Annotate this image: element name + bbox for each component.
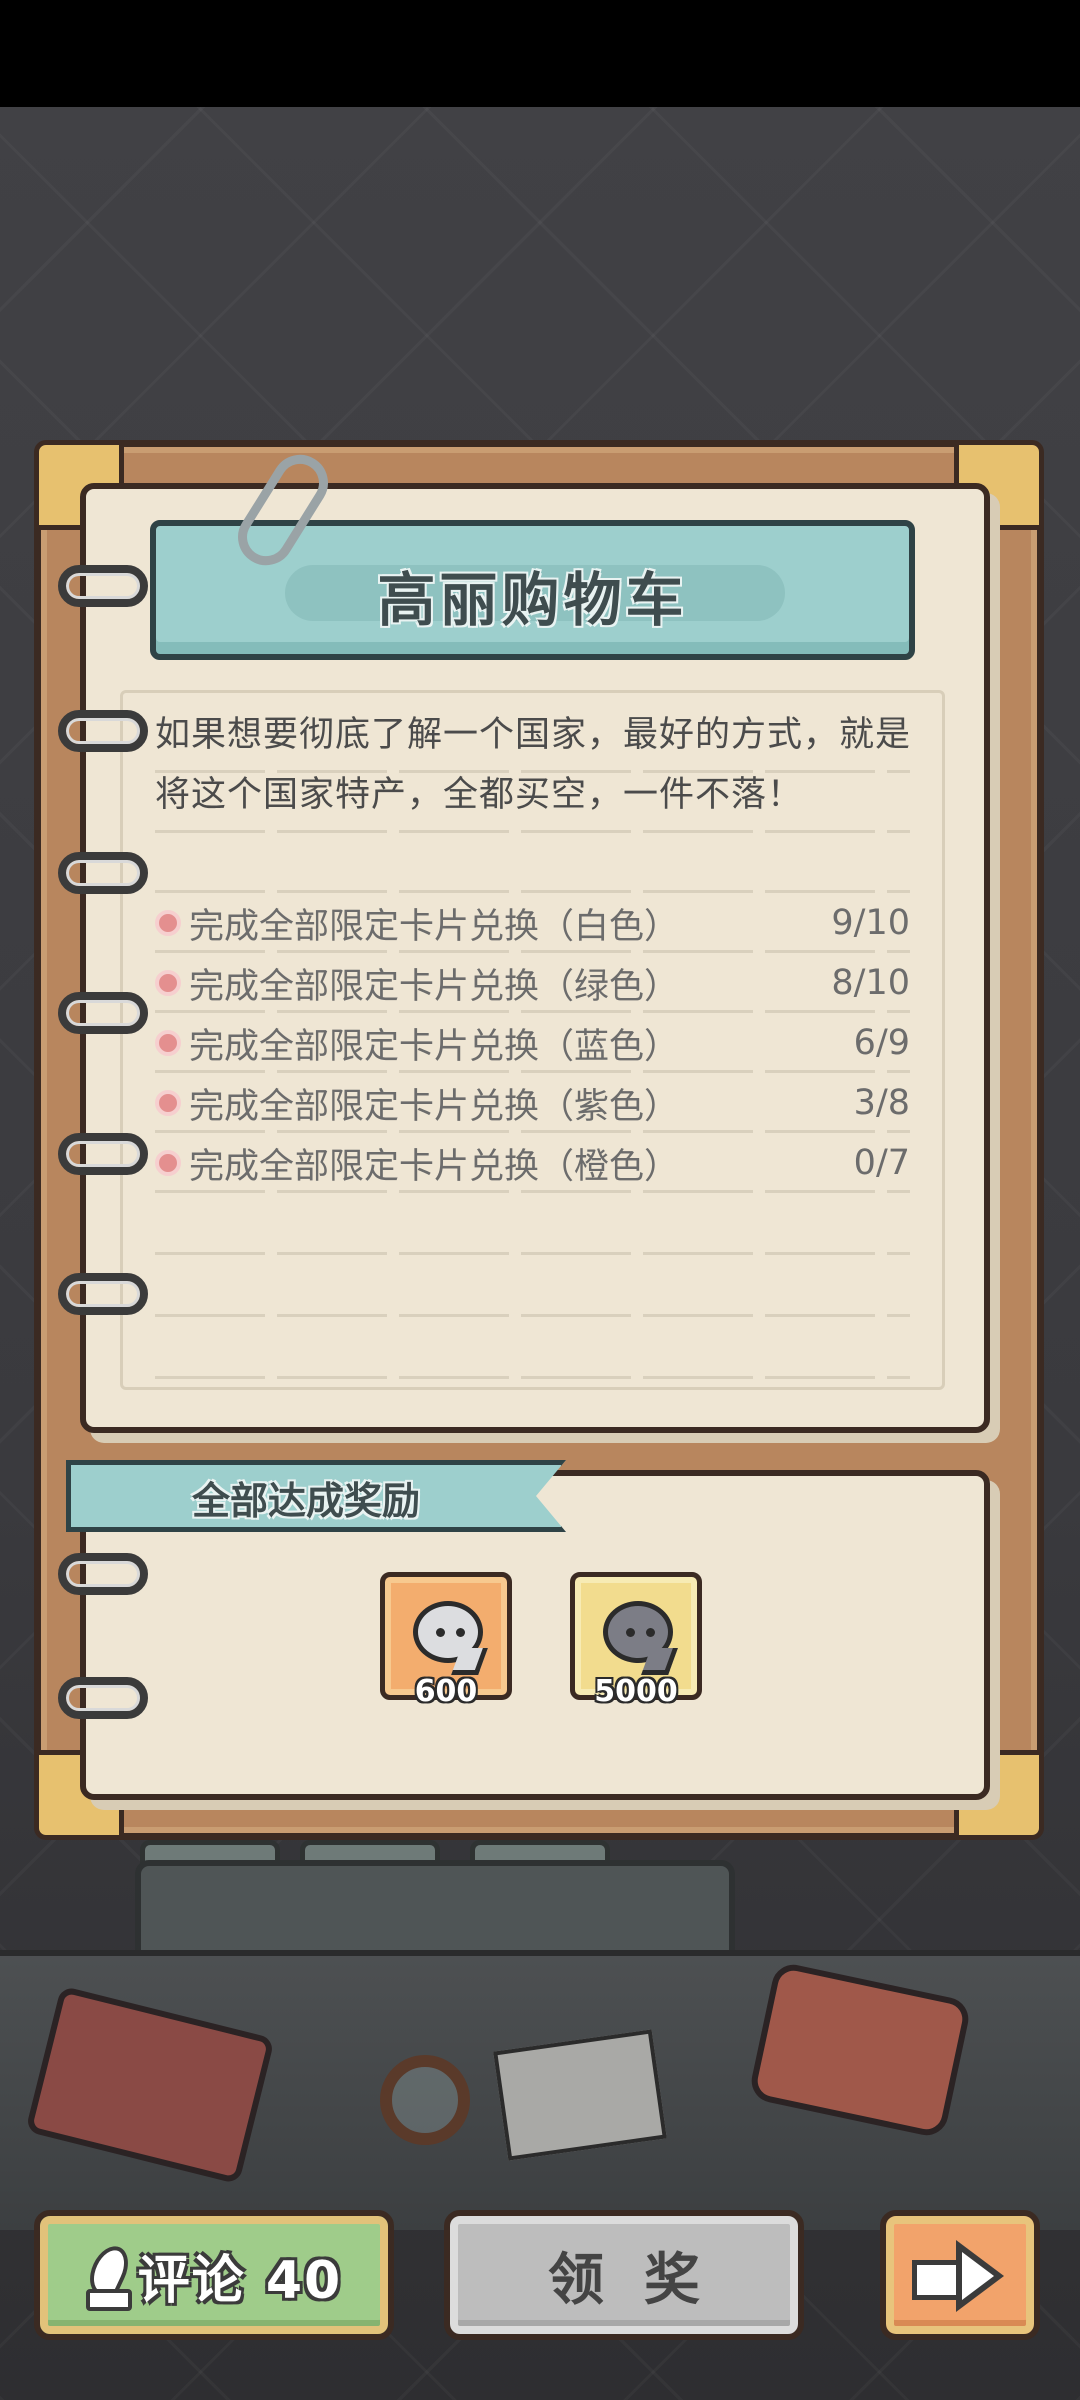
ruled-line (155, 1070, 910, 1073)
eye-icon (646, 1628, 655, 1637)
quill-icon (85, 2245, 132, 2311)
task-row: 完成全部限定卡片兑换（绿色） 8/10 (155, 957, 910, 1009)
task-progress: 8/10 (831, 963, 910, 1003)
ruled-line (155, 1010, 910, 1013)
spiral-ring (58, 1553, 148, 1595)
task-progress: 9/10 (831, 903, 910, 943)
task-label: 完成全部限定卡片兑换（橙色） (189, 1146, 680, 1187)
claim-reward-button[interactable]: 领奖 (444, 2210, 804, 2340)
comment-button-label: 评论 40 (137, 2250, 343, 2311)
task-bullet-icon (155, 1030, 181, 1056)
reward-count: 600 (414, 1674, 478, 1709)
reward-title: 全部达成奖励 (191, 1479, 420, 1523)
spiral-ring (58, 852, 148, 894)
ruled-line (155, 950, 910, 953)
spiral-ring (58, 565, 148, 607)
task-label: 完成全部限定卡片兑换（蓝色） (189, 1026, 680, 1067)
eye-icon (436, 1628, 445, 1637)
task-progress: 0/7 (853, 1143, 910, 1183)
task-row: 完成全部限定卡片兑换（白色） 9/10 (155, 897, 910, 949)
ruled-line (155, 890, 910, 893)
spiral-ring (58, 1133, 148, 1175)
speech-bubble-light-icon (413, 1601, 483, 1663)
ruled-line (155, 1130, 910, 1133)
task-row: 完成全部限定卡片兑换（橙色） 0/7 (155, 1137, 910, 1189)
task-row: 完成全部限定卡片兑换（蓝色） 6/9 (155, 1017, 910, 1069)
status-bar (0, 0, 1080, 107)
task-progress: 3/8 (853, 1083, 910, 1123)
task-bullet-icon (155, 970, 181, 996)
task-row: 完成全部限定卡片兑换（紫色） 3/8 (155, 1077, 910, 1129)
next-button[interactable] (880, 2210, 1040, 2340)
task-progress: 6/9 (853, 1023, 910, 1063)
task-label: 完成全部限定卡片兑换（紫色） (189, 1086, 680, 1127)
ruled-line (155, 1376, 910, 1379)
page-title: 高丽购物车 (377, 566, 688, 634)
quest-description: 如果想要彻底了解一个国家，最好的方式，就是将这个国家特产，全都买空，一件不落！ (155, 715, 912, 815)
comment-button[interactable]: 评论 40 (34, 2210, 394, 2340)
spiral-ring (58, 1273, 148, 1315)
task-label: 完成全部限定卡片兑换（白色） (189, 906, 680, 947)
ruled-line (155, 1314, 910, 1317)
spiral-ring (58, 1677, 148, 1719)
eye-icon (626, 1628, 635, 1637)
task-bullet-icon (155, 1150, 181, 1176)
ruled-line (155, 1252, 910, 1255)
reward-item[interactable]: 5000 (570, 1572, 702, 1709)
arrow-right-icon (912, 2240, 1008, 2312)
claim-button-label: 领奖 (548, 2247, 740, 2313)
magnifier-icon (380, 2055, 470, 2145)
task-bullet-icon (155, 910, 181, 936)
eye-icon (456, 1628, 465, 1637)
ruled-line (155, 770, 910, 773)
spiral-ring (58, 992, 148, 1034)
spiral-ring (58, 710, 148, 752)
speech-bubble-dark-icon (603, 1601, 673, 1663)
reward-count: 5000 (594, 1674, 678, 1709)
task-bullet-icon (155, 1090, 181, 1116)
reward-item[interactable]: 600 (380, 1572, 512, 1709)
papers-decoration (493, 2029, 667, 2161)
ruled-line (155, 1190, 910, 1193)
ruled-line (155, 830, 910, 833)
task-label: 完成全部限定卡片兑换（绿色） (189, 966, 680, 1007)
